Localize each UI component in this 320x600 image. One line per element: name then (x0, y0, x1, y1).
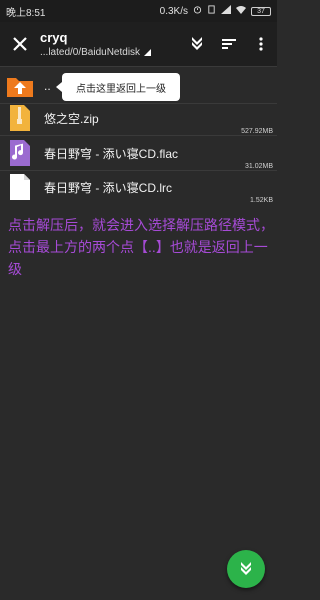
tooltip-arrow (56, 82, 62, 92)
file-row-zip[interactable]: 悠之空.zip 527.92MB (0, 101, 277, 135)
parent-folder-icon (6, 72, 34, 100)
status-bar: 晚上8:51 0.3K/s 37 (0, 0, 277, 22)
current-path: ...lated/0/BaiduNetdisk (40, 47, 141, 58)
network-speed: 0.3K/s (159, 5, 188, 17)
file-size: 1.52KB (250, 197, 273, 204)
extract-icon (192, 37, 202, 50)
file-size: 527.92MB (241, 128, 273, 135)
sort-button[interactable] (213, 22, 245, 66)
tooltip-text: 点击这里返回上一级 (76, 83, 166, 95)
battery-level: 37 (257, 7, 265, 15)
path-selector[interactable]: ...lated/0/BaiduNetdisk (40, 47, 181, 58)
file-name: .. (44, 79, 51, 93)
extract-icon (241, 562, 251, 575)
file-size: 31.02MB (244, 163, 273, 170)
sim-icon (207, 5, 216, 17)
alarm-icon (193, 5, 202, 17)
more-vert-icon (259, 37, 263, 51)
audio-file-icon (6, 139, 34, 167)
tooltip-callout: 点击这里返回上一级 (56, 73, 180, 101)
status-indicators: 0.3K/s 37 (160, 5, 271, 17)
close-button[interactable] (0, 22, 40, 66)
close-icon (13, 37, 27, 51)
instruction-annotation: 点击解压后，就会进入选择解压路径模式，点击最上方的两个点【..】也就是返回上一级 (8, 217, 274, 277)
status-time: 晚上8:51 (6, 7, 46, 19)
file-row-flac[interactable]: 春日野穹 - 添い寝CD.flac 31.02MB (0, 136, 277, 170)
toolbar-title: cryq (40, 30, 68, 45)
text-file-icon (6, 173, 34, 201)
file-row-lrc[interactable]: 春日野穹 - 添い寝CD.lrc 1.52KB (0, 170, 277, 204)
more-options-button[interactable] (245, 22, 277, 66)
title-block: cryq ...lated/0/BaiduNetdisk (40, 30, 181, 58)
sort-icon (222, 39, 236, 49)
extract-fab-button[interactable] (227, 550, 265, 588)
file-name: 春日野穹 - 添い寝CD.lrc (44, 180, 172, 195)
file-name: 春日野穹 - 添い寝CD.flac (44, 146, 179, 161)
signal-icon (221, 5, 231, 17)
extract-button[interactable] (181, 22, 213, 66)
wifi-icon (236, 5, 246, 17)
zip-file-icon (6, 104, 34, 132)
dropdown-triangle-icon (144, 49, 152, 56)
toolbar: cryq ...lated/0/BaiduNetdisk (0, 22, 277, 66)
toolbar-divider (0, 66, 277, 67)
file-name: 悠之空.zip (44, 111, 99, 126)
battery-icon: 37 (251, 6, 271, 16)
